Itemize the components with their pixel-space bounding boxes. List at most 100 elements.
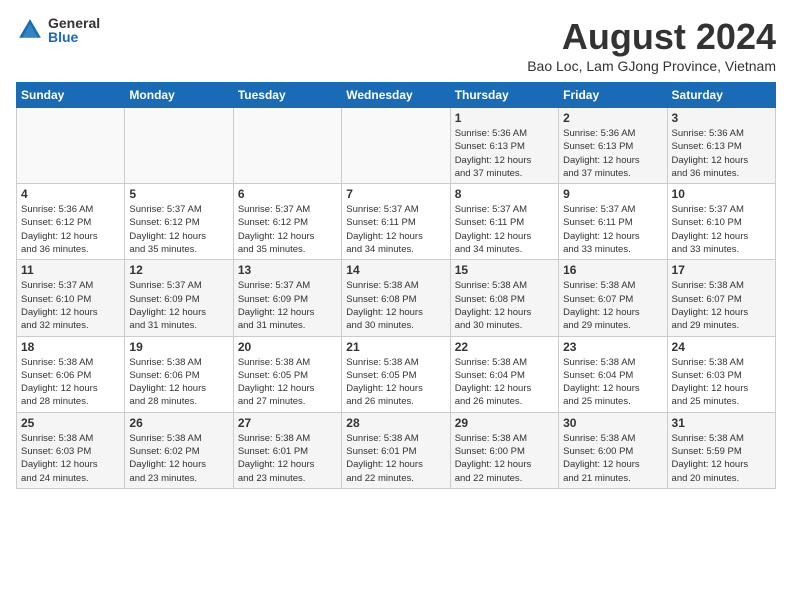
calendar-cell: 4 Sunrise: 5:36 AM Sunset: 6:12 PM Daylig… xyxy=(17,184,125,260)
day-number: 31 xyxy=(672,416,771,430)
day-number: 28 xyxy=(346,416,445,430)
day-info: Sunrise: 5:38 AM Sunset: 6:04 PM Dayligh… xyxy=(563,356,662,409)
calendar-cell xyxy=(17,108,125,184)
day-info: Sunrise: 5:38 AM Sunset: 6:04 PM Dayligh… xyxy=(455,356,554,409)
day-info: Sunrise: 5:38 AM Sunset: 6:08 PM Dayligh… xyxy=(346,279,445,332)
calendar-cell: 17 Sunrise: 5:38 AM Sunset: 6:07 PM Dayli… xyxy=(667,260,775,336)
calendar-cell: 6 Sunrise: 5:37 AM Sunset: 6:12 PM Daylig… xyxy=(233,184,341,260)
calendar-week-5: 25Sunrise: 5:38 AM Sunset: 6:03 PM Dayli… xyxy=(17,412,776,488)
day-info: Sunrise: 5:38 AM Sunset: 6:03 PM Dayligh… xyxy=(672,356,771,409)
calendar-cell: 8 Sunrise: 5:37 AM Sunset: 6:11 PM Daylig… xyxy=(450,184,558,260)
calendar-week-3: 11Sunrise: 5:37 AM Sunset: 6:10 PM Dayli… xyxy=(17,260,776,336)
day-info: Sunrise: 5:36 AM Sunset: 6:13 PM Dayligh… xyxy=(455,127,554,180)
day-number: 3 xyxy=(672,111,771,125)
day-info: Sunrise: 5:37 AM Sunset: 6:12 PM Dayligh… xyxy=(238,203,337,256)
day-info: Sunrise: 5:38 AM Sunset: 6:07 PM Dayligh… xyxy=(672,279,771,332)
day-number: 13 xyxy=(238,263,337,277)
calendar-cell: 19 Sunrise: 5:38 AM Sunset: 6:06 PM Dayli… xyxy=(125,336,233,412)
calendar-week-2: 4 Sunrise: 5:36 AM Sunset: 6:12 PM Daylig… xyxy=(17,184,776,260)
calendar-cell: 27Sunrise: 5:38 AM Sunset: 6:01 PM Dayli… xyxy=(233,412,341,488)
day-info: Sunrise: 5:38 AM Sunset: 6:05 PM Dayligh… xyxy=(238,356,337,409)
day-info: Sunrise: 5:38 AM Sunset: 6:03 PM Dayligh… xyxy=(21,432,120,485)
calendar-cell: 28 Sunrise: 5:38 AM Sunset: 6:01 PM Dayli… xyxy=(342,412,450,488)
day-number: 26 xyxy=(129,416,228,430)
calendar-cell: 26Sunrise: 5:38 AM Sunset: 6:02 PM Dayli… xyxy=(125,412,233,488)
day-info: Sunrise: 5:37 AM Sunset: 6:09 PM Dayligh… xyxy=(238,279,337,332)
day-number: 5 xyxy=(129,187,228,201)
logo: General Blue xyxy=(16,16,100,44)
day-info: Sunrise: 5:37 AM Sunset: 6:11 PM Dayligh… xyxy=(455,203,554,256)
day-info: Sunrise: 5:38 AM Sunset: 6:06 PM Dayligh… xyxy=(129,356,228,409)
day-number: 9 xyxy=(563,187,662,201)
calendar-cell: 1 Sunrise: 5:36 AM Sunset: 6:13 PM Daylig… xyxy=(450,108,558,184)
day-number: 24 xyxy=(672,340,771,354)
calendar-cell: 21 Sunrise: 5:38 AM Sunset: 6:05 PM Dayli… xyxy=(342,336,450,412)
calendar-header: SundayMondayTuesdayWednesdayThursdayFrid… xyxy=(17,83,776,108)
days-of-week-row: SundayMondayTuesdayWednesdayThursdayFrid… xyxy=(17,83,776,108)
calendar-cell xyxy=(125,108,233,184)
day-number: 8 xyxy=(455,187,554,201)
day-of-week-thursday: Thursday xyxy=(450,83,558,108)
calendar-cell: 12Sunrise: 5:37 AM Sunset: 6:09 PM Dayli… xyxy=(125,260,233,336)
day-of-week-saturday: Saturday xyxy=(667,83,775,108)
calendar-cell: 25Sunrise: 5:38 AM Sunset: 6:03 PM Dayli… xyxy=(17,412,125,488)
day-info: Sunrise: 5:38 AM Sunset: 6:05 PM Dayligh… xyxy=(346,356,445,409)
day-number: 30 xyxy=(563,416,662,430)
day-number: 22 xyxy=(455,340,554,354)
logo-text: General Blue xyxy=(48,16,100,44)
day-number: 19 xyxy=(129,340,228,354)
calendar-week-1: 1 Sunrise: 5:36 AM Sunset: 6:13 PM Daylig… xyxy=(17,108,776,184)
day-number: 1 xyxy=(455,111,554,125)
day-of-week-monday: Monday xyxy=(125,83,233,108)
logo-blue-text: Blue xyxy=(48,30,100,44)
calendar-cell: 11Sunrise: 5:37 AM Sunset: 6:10 PM Dayli… xyxy=(17,260,125,336)
day-info: Sunrise: 5:38 AM Sunset: 6:01 PM Dayligh… xyxy=(346,432,445,485)
calendar-cell: 15 Sunrise: 5:38 AM Sunset: 6:08 PM Dayli… xyxy=(450,260,558,336)
calendar-cell: 22 Sunrise: 5:38 AM Sunset: 6:04 PM Dayli… xyxy=(450,336,558,412)
day-info: Sunrise: 5:38 AM Sunset: 6:00 PM Dayligh… xyxy=(455,432,554,485)
day-info: Sunrise: 5:36 AM Sunset: 6:12 PM Dayligh… xyxy=(21,203,120,256)
calendar-cell: 24 Sunrise: 5:38 AM Sunset: 6:03 PM Dayli… xyxy=(667,336,775,412)
calendar-cell xyxy=(342,108,450,184)
day-number: 14 xyxy=(346,263,445,277)
day-number: 11 xyxy=(21,263,120,277)
day-number: 10 xyxy=(672,187,771,201)
day-of-week-friday: Friday xyxy=(559,83,667,108)
day-number: 21 xyxy=(346,340,445,354)
calendar-cell xyxy=(233,108,341,184)
day-info: Sunrise: 5:36 AM Sunset: 6:13 PM Dayligh… xyxy=(672,127,771,180)
day-info: Sunrise: 5:38 AM Sunset: 6:00 PM Dayligh… xyxy=(563,432,662,485)
calendar-week-4: 18Sunrise: 5:38 AM Sunset: 6:06 PM Dayli… xyxy=(17,336,776,412)
day-number: 15 xyxy=(455,263,554,277)
month-title: August 2024 xyxy=(527,16,776,58)
calendar-table: SundayMondayTuesdayWednesdayThursdayFrid… xyxy=(16,82,776,489)
day-of-week-wednesday: Wednesday xyxy=(342,83,450,108)
calendar-cell: 20 Sunrise: 5:38 AM Sunset: 6:05 PM Dayli… xyxy=(233,336,341,412)
calendar-cell: 10Sunrise: 5:37 AM Sunset: 6:10 PM Dayli… xyxy=(667,184,775,260)
day-of-week-tuesday: Tuesday xyxy=(233,83,341,108)
day-number: 23 xyxy=(563,340,662,354)
day-number: 17 xyxy=(672,263,771,277)
day-info: Sunrise: 5:37 AM Sunset: 6:11 PM Dayligh… xyxy=(563,203,662,256)
calendar-body: 1 Sunrise: 5:36 AM Sunset: 6:13 PM Daylig… xyxy=(17,108,776,489)
calendar-cell: 23 Sunrise: 5:38 AM Sunset: 6:04 PM Dayli… xyxy=(559,336,667,412)
logo-icon xyxy=(16,16,44,44)
day-number: 27 xyxy=(238,416,337,430)
day-info: Sunrise: 5:38 AM Sunset: 6:08 PM Dayligh… xyxy=(455,279,554,332)
day-number: 4 xyxy=(21,187,120,201)
title-area: August 2024 Bao Loc, Lam GJong Province,… xyxy=(527,16,776,74)
page-header: General Blue August 2024 Bao Loc, Lam GJ… xyxy=(16,16,776,74)
day-number: 20 xyxy=(238,340,337,354)
day-info: Sunrise: 5:37 AM Sunset: 6:11 PM Dayligh… xyxy=(346,203,445,256)
calendar-cell: 30 Sunrise: 5:38 AM Sunset: 6:00 PM Dayli… xyxy=(559,412,667,488)
day-info: Sunrise: 5:36 AM Sunset: 6:13 PM Dayligh… xyxy=(563,127,662,180)
calendar-cell: 13 Sunrise: 5:37 AM Sunset: 6:09 PM Dayli… xyxy=(233,260,341,336)
calendar-cell: 14 Sunrise: 5:38 AM Sunset: 6:08 PM Dayli… xyxy=(342,260,450,336)
day-number: 6 xyxy=(238,187,337,201)
calendar-cell: 18Sunrise: 5:38 AM Sunset: 6:06 PM Dayli… xyxy=(17,336,125,412)
day-of-week-sunday: Sunday xyxy=(17,83,125,108)
day-info: Sunrise: 5:38 AM Sunset: 6:07 PM Dayligh… xyxy=(563,279,662,332)
calendar-cell: 31Sunrise: 5:38 AM Sunset: 5:59 PM Dayli… xyxy=(667,412,775,488)
day-number: 7 xyxy=(346,187,445,201)
calendar-cell: 16Sunrise: 5:38 AM Sunset: 6:07 PM Dayli… xyxy=(559,260,667,336)
